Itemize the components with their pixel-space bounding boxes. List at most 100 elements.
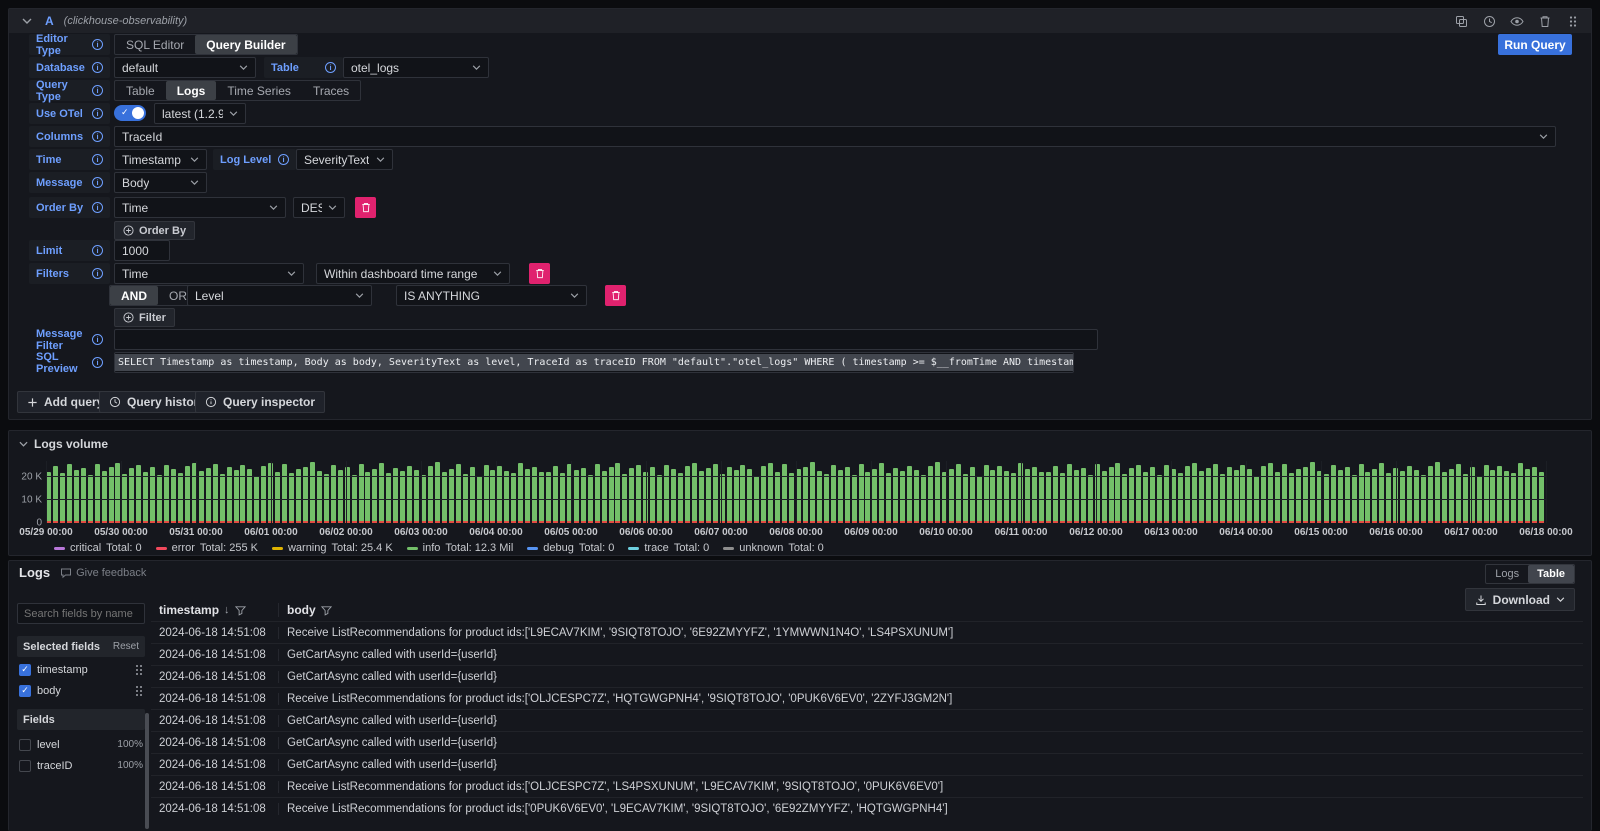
remove-filter-button[interactable] [529,263,550,284]
table-row[interactable]: 2024-06-18 14:51:08GetCartAsync called w… [151,753,1583,775]
legend-item-unknown[interactable]: unknownTotal: 0 [723,542,824,554]
remove-sub-filter-button[interactable] [605,285,626,306]
editor-type-sql-editor[interactable]: SQL Editor [115,35,195,54]
filter-field-select[interactable]: Time [114,263,304,284]
table-row[interactable]: 2024-06-18 14:51:08GetCartAsync called w… [151,643,1583,665]
legend-item-debug[interactable]: debugTotal: 0 [527,542,614,554]
drag-handle-icon[interactable] [135,664,143,676]
bar [102,471,107,523]
view-toggle-logs[interactable]: Logs [1486,565,1528,583]
message-column-select[interactable]: Body [114,172,207,193]
history-icon[interactable] [1481,13,1497,29]
table-row[interactable]: 2024-06-18 14:51:08GetCartAsync called w… [151,665,1583,687]
order-by-field-select[interactable]: Time [114,197,286,218]
query-row-header[interactable]: A (clickhouse-observability) [9,9,1591,33]
use-otel-toggle[interactable]: ✓ [114,105,146,121]
run-query-button[interactable]: Run Query [1498,34,1572,55]
drag-handle-icon[interactable] [135,685,143,697]
bar [338,470,343,523]
conjunction-and[interactable]: AND [110,286,158,305]
query-type-table[interactable]: Table [115,81,166,100]
info-icon[interactable]: i [92,202,103,213]
trash-icon[interactable] [1537,13,1553,29]
table-row[interactable]: 2024-06-18 14:51:08Receive ListRecommend… [151,775,1583,797]
order-by-direction-select[interactable]: DESC [293,197,345,218]
view-toggle-table[interactable]: Table [1528,565,1574,583]
remove-order-by-button[interactable] [355,197,376,218]
info-icon[interactable]: i [92,245,103,256]
message-filter-input[interactable] [114,329,1098,350]
logs-volume-title[interactable]: Logs volume [19,437,108,451]
info-icon[interactable]: i [92,39,103,50]
x-tick-label: 06/02 00:00 [319,527,372,538]
query-type-logs[interactable]: Logs [166,81,217,100]
sql-preview-box[interactable]: SELECT Timestamp as timestamp, Body as b… [114,352,1074,373]
eye-icon[interactable] [1509,13,1525,29]
columns-multiselect[interactable]: TraceId [114,126,1556,147]
legend-item-trace[interactable]: traceTotal: 0 [628,542,709,554]
search-fields-input[interactable] [17,603,145,624]
info-icon[interactable]: i [92,62,103,73]
info-icon[interactable]: i [278,154,289,165]
checkbox-unchecked[interactable] [19,739,31,751]
checkbox-checked[interactable]: ✓ [19,664,31,676]
query-type-time-series[interactable]: Time Series [216,81,302,100]
info-icon[interactable]: i [92,268,103,279]
body-column-header[interactable]: body [278,603,1583,617]
bar [734,470,739,523]
limit-input[interactable] [114,240,170,261]
query-inspector-button[interactable]: Query inspector [195,391,325,413]
reset-button[interactable]: Reset [113,641,139,652]
time-column-select[interactable]: Timestamp [114,149,207,170]
table-row[interactable]: 2024-06-18 14:51:08GetCartAsync called w… [151,731,1583,753]
table-row[interactable]: 2024-06-18 14:51:08Receive ListRecommend… [151,621,1583,643]
bar [213,464,218,523]
table-row[interactable]: 2024-06-18 14:51:08Receive ListRecommend… [151,797,1583,819]
drag-handle-icon[interactable] [1565,13,1581,29]
info-icon[interactable]: i [92,108,103,119]
bar [1060,473,1065,523]
add-order-by-button[interactable]: Order By [114,221,195,240]
table-row[interactable]: 2024-06-18 14:51:08Receive ListRecommend… [151,687,1583,709]
info-icon[interactable]: i [92,154,103,165]
duplicate-icon[interactable] [1453,13,1469,29]
filter-icon[interactable] [321,605,332,616]
sub-filter-field-select[interactable]: Level [187,285,372,306]
timestamp-column-header[interactable]: timestamp ↓ [151,603,278,617]
query-type-traces[interactable]: Traces [302,81,360,100]
legend-item-info[interactable]: infoTotal: 12.3 Mil [407,542,514,554]
editor-type-query-builder[interactable]: Query Builder [195,35,296,54]
add-filter-button[interactable]: Filter [114,308,175,327]
legend-item-error[interactable]: errorTotal: 255 K [156,542,258,554]
scrollbar-thumb[interactable] [145,713,149,829]
bar [1247,469,1252,523]
info-icon[interactable]: i [92,177,103,188]
sort-desc-icon[interactable]: ↓ [224,604,230,616]
info-icon[interactable]: i [92,131,103,142]
checkbox-unchecked[interactable] [19,760,31,772]
info-icon[interactable]: i [92,357,103,368]
filter-operator-select[interactable]: Within dashboard time range [316,263,510,284]
legend-item-warning[interactable]: warningTotal: 25.4 K [272,542,393,554]
table-select[interactable]: otel_logs [343,57,489,78]
info-icon[interactable]: i [325,62,336,73]
bar [1011,473,1016,523]
otel-version-select[interactable]: latest (1.2.9) [154,103,246,124]
info-icon[interactable]: i [92,334,103,345]
cell-body: GetCartAsync called with userId={userId} [278,737,1583,749]
table-row[interactable]: 2024-06-18 14:51:08GetCartAsync called w… [151,709,1583,731]
filter-icon[interactable] [235,605,246,616]
sub-filter-operator-select[interactable]: IS ANYTHING [396,285,587,306]
info-icon[interactable]: i [92,85,103,96]
database-select[interactable]: default [114,57,256,78]
selected-fields-header: Selected fields Reset [17,636,145,657]
cell-timestamp: 2024-06-18 14:51:08 [151,693,278,705]
legend-item-critical[interactable]: criticalTotal: 0 [54,542,142,554]
field-name: traceID [37,760,72,772]
checkbox-checked[interactable]: ✓ [19,685,31,697]
bar [1213,464,1218,523]
log-level-select[interactable]: SeverityText [296,149,393,170]
give-feedback-link[interactable]: Give feedback [60,567,146,579]
chevron-down-icon[interactable] [19,13,35,29]
history-icon [109,396,121,408]
